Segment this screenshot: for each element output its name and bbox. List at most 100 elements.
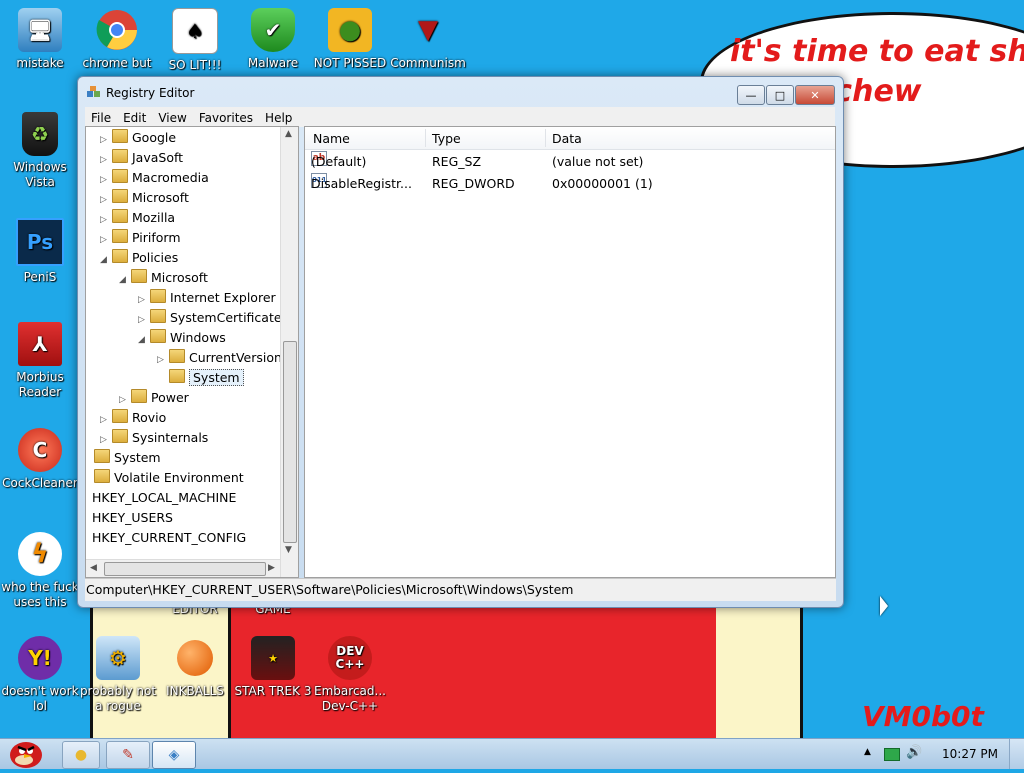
ccleaner-icon: C [18, 428, 62, 472]
tree-node-policies-microsoft[interactable]: ◢ Microsoft [119, 268, 208, 288]
registry-tree[interactable]: ▷ Google ▷ JavaSoft ▷ Macromedia ▷ Microsoft… [85, 126, 299, 578]
tree-node-mozilla[interactable]: ▷ Mozilla [100, 208, 175, 228]
desktop-icon-pdf-reader[interactable]: ⅄ Morbius Reader [0, 322, 80, 400]
collapse-arrow-icon[interactable]: ◢ [100, 250, 110, 270]
desktop-icon-recycle-bin[interactable]: ♻ Windows Vista [0, 112, 80, 190]
column-separator[interactable] [545, 129, 546, 147]
scroll-down-arrow-icon[interactable]: ▼ [285, 545, 292, 555]
desktop-icon-star-trek[interactable]: ★ STAR TREK 3 [233, 636, 313, 699]
show-desktop-button[interactable] [1009, 739, 1024, 769]
folder-open-icon [112, 249, 128, 263]
desktop-icon-communism[interactable]: ▼ Communism [388, 8, 468, 71]
desktop-icon-label: PeniS [23, 270, 57, 284]
registry-values-list[interactable]: Name Type Data ab (Default) REG_SZ (value… [304, 126, 836, 578]
star-wars-game-icon: ★ [251, 636, 295, 680]
desktop-icon-inkballs[interactable]: INKBALLS [155, 636, 235, 699]
expand-arrow-icon[interactable]: ▷ [100, 130, 110, 150]
collapse-arrow-icon[interactable]: ◢ [119, 270, 129, 290]
window-titlebar[interactable]: Registry Editor — □ ✕ [78, 77, 843, 107]
column-separator[interactable] [425, 129, 426, 147]
tree-vertical-scrollbar[interactable]: ▲ ▼ [280, 127, 298, 577]
tree-node-javasoft[interactable]: ▷ JavaSoft [100, 148, 183, 168]
close-button[interactable]: ✕ [795, 85, 835, 105]
show-hidden-icons-chevron-icon[interactable]: ▲ [864, 747, 871, 757]
taskbar-paint-button[interactable]: ✎ [106, 741, 150, 769]
desktop-icon-ccleaner[interactable]: C CockCleaner [0, 428, 80, 491]
desktop-icon-devcpp[interactable]: DEV C++ Embarcad... Dev-C++ [310, 636, 390, 714]
tree-node-system[interactable]: System [86, 448, 161, 468]
column-header-data[interactable]: Data [552, 131, 582, 146]
start-button[interactable] [2, 733, 46, 769]
desktop-icon-label: STAR TREK 3 [234, 684, 312, 698]
scroll-left-arrow-icon[interactable]: ◀ [90, 563, 97, 573]
expand-arrow-icon[interactable]: ▷ [100, 430, 110, 450]
tree-node-microsoft[interactable]: ▷ Microsoft [100, 188, 189, 208]
desktop-icon-not-pissed[interactable]: ● NOT PISSED [310, 8, 390, 71]
desktop-icon-solitaire[interactable]: ♠ SO LIT!!! [155, 8, 235, 73]
folder-icon [169, 369, 185, 383]
tree-horizontal-scrollbar[interactable]: ◀ ▶ [86, 559, 280, 577]
scrollbar-thumb[interactable] [104, 562, 266, 576]
tree-node-currentversion[interactable]: ▷ CurrentVersion [157, 348, 282, 368]
expand-arrow-icon[interactable]: ▷ [100, 150, 110, 170]
tree-node-system-selected[interactable]: System [157, 368, 244, 388]
volume-icon[interactable]: 🔊 [906, 745, 922, 760]
expand-arrow-icon[interactable]: ▷ [100, 170, 110, 190]
close-icon: ✕ [810, 88, 820, 102]
scrollbar-thumb[interactable] [283, 341, 297, 543]
expand-arrow-icon[interactable]: ▷ [138, 310, 148, 330]
desktop-icon-photoshop[interactable]: Ps PeniS [0, 218, 80, 285]
desktop-icon-label: who the fuck uses this [1, 580, 79, 609]
registry-editor-icon [87, 86, 100, 97]
taskbar-regedit-button[interactable]: ◈ [152, 741, 196, 769]
taskbar-explorer-button[interactable]: ● [62, 741, 100, 769]
minimize-button[interactable]: — [737, 85, 765, 105]
tree-node-windows[interactable]: ◢ Windows [138, 328, 226, 348]
value-name: DisableRegistr... [311, 176, 412, 191]
tree-node-power[interactable]: ▷ Power [119, 388, 189, 408]
folder-icon [112, 149, 128, 163]
expand-arrow-icon[interactable]: ▷ [157, 350, 167, 370]
tree-node-volatile-environment[interactable]: Volatile Environment [86, 468, 244, 488]
value-row-default[interactable]: ab (Default) REG_SZ (value not set) [305, 151, 835, 173]
tree-node-macromedia[interactable]: ▷ Macromedia [100, 168, 209, 188]
scroll-right-arrow-icon[interactable]: ▶ [268, 563, 275, 573]
inkball-icon [177, 640, 213, 676]
expand-arrow-icon[interactable]: ▷ [100, 410, 110, 430]
tree-node-policies[interactable]: ◢ Policies [100, 248, 178, 268]
expand-arrow-icon[interactable]: ▷ [100, 210, 110, 230]
tree-node-google[interactable]: ▷ Google [100, 128, 176, 148]
maximize-button[interactable]: □ [766, 85, 794, 105]
desktop-icon-mistake[interactable]: 🖥 mistake [0, 8, 80, 71]
desktop-icon-winamp[interactable]: ϟ who the fuck uses this [0, 532, 80, 610]
network-icon[interactable] [884, 748, 900, 761]
registry-editor-window[interactable]: Registry Editor — □ ✕ File Edit View Favori… [77, 76, 844, 608]
desktop-icon-label: CockCleaner [2, 476, 78, 490]
desktop-icon-label: SO LIT!!! [168, 58, 222, 72]
tree-node-hku[interactable]: HKEY_USERS [86, 508, 173, 528]
expand-arrow-icon[interactable]: ▷ [100, 230, 110, 250]
desktop-icon-yahoo[interactable]: Y! doesn't work lol [0, 636, 80, 714]
folder-icon [150, 309, 166, 323]
clock[interactable]: 10:27 PM [942, 747, 998, 761]
value-row-disableregistry[interactable]: 011 DisableRegistr... REG_DWORD 0x0000000… [305, 173, 835, 195]
desktop-icon-rogue[interactable]: ⚙ probably not a rogue [78, 636, 158, 714]
column-header-type[interactable]: Type [432, 131, 461, 146]
expand-arrow-icon[interactable]: ▷ [119, 390, 129, 410]
expand-arrow-icon[interactable]: ▷ [100, 190, 110, 210]
tree-node-sysinternals[interactable]: ▷ Sysinternals [100, 428, 208, 448]
tree-node-piriform[interactable]: ▷ Piriform [100, 228, 181, 248]
desktop-icon-chrome[interactable]: chrome but [77, 8, 157, 71]
tree-node-systemcertificates[interactable]: ▷ SystemCertificates [138, 308, 288, 328]
scroll-up-arrow-icon[interactable]: ▲ [285, 129, 292, 139]
column-header-name[interactable]: Name [313, 131, 350, 146]
tree-node-hkcc[interactable]: HKEY_CURRENT_CONFIG [86, 528, 246, 548]
folder-icon [112, 229, 128, 243]
tree-node-hklm[interactable]: HKEY_LOCAL_MACHINE [86, 488, 236, 508]
expand-arrow-icon[interactable]: ▷ [138, 290, 148, 310]
tree-node-internet-explorer[interactable]: ▷ Internet Explorer [138, 288, 276, 308]
collapse-arrow-icon[interactable]: ◢ [138, 330, 148, 350]
red-emblem-icon: ▼ [418, 14, 438, 45]
tree-node-rovio[interactable]: ▷ Rovio [100, 408, 166, 428]
desktop-icon-malware[interactable]: ✔ Malware [233, 8, 313, 71]
